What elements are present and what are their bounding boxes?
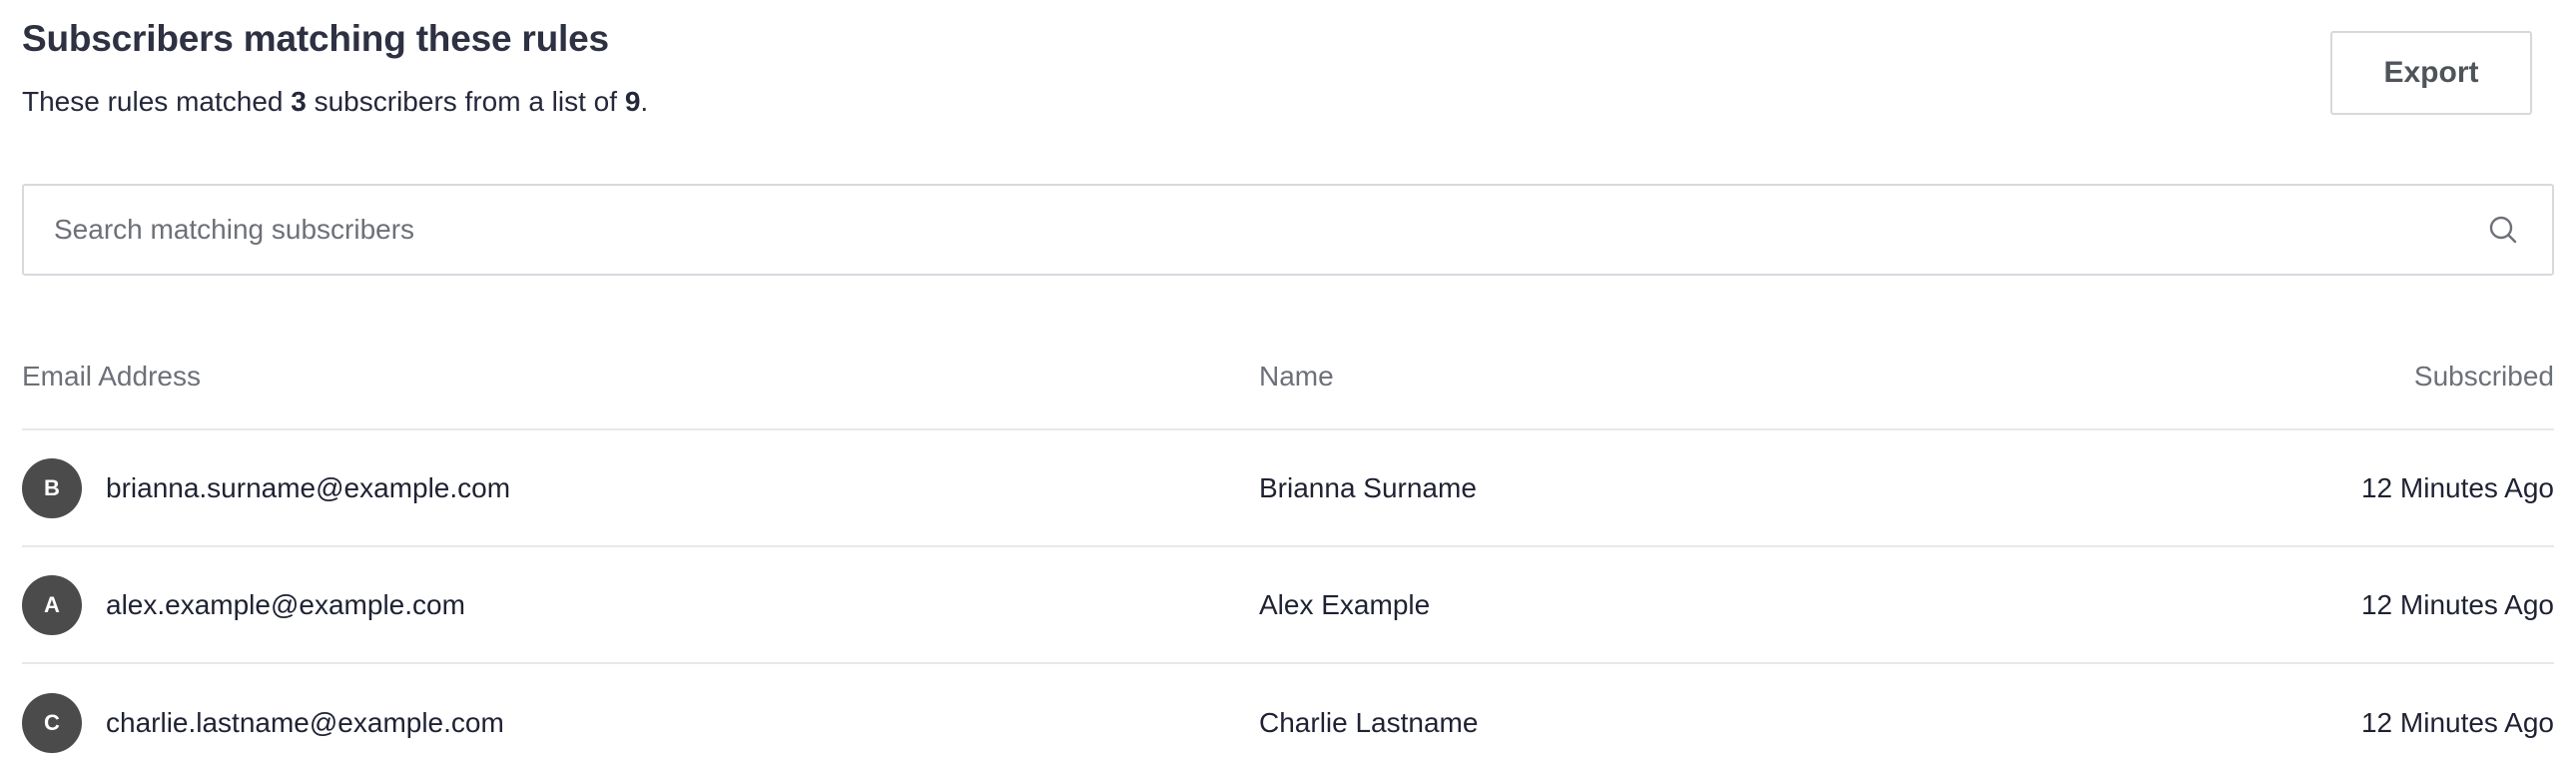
- summary-middle: subscribers from a list of: [306, 86, 625, 117]
- matched-count: 3: [291, 86, 307, 117]
- email-cell: B brianna.surname@example.com: [22, 457, 1259, 518]
- table-header: Email Address Name Subscribed: [22, 325, 2554, 430]
- list-count: 9: [624, 86, 641, 117]
- subscribed-time: 12 Minutes Ago: [2360, 588, 2554, 620]
- table-row[interactable]: A alex.example@example.com Alex Example …: [22, 547, 2554, 664]
- subscribed-time: 12 Minutes Ago: [2360, 706, 2554, 738]
- search-icon[interactable]: [2488, 215, 2518, 245]
- avatar: C: [22, 692, 82, 753]
- table-row[interactable]: C charlie.lastname@example.com Charlie L…: [22, 664, 2554, 779]
- email-column-header: Email Address: [22, 361, 201, 391]
- subscriber-email: brianna.surname@example.com: [106, 471, 511, 503]
- subscribed-time: 12 Minutes Ago: [2360, 471, 2554, 503]
- subscribed-column-header: Subscribed: [2413, 361, 2554, 391]
- subscriber-rules-page: Subscribers matching these rules These r…: [0, 0, 2576, 779]
- match-summary: These rules matched 3 subscribers from a…: [22, 86, 648, 118]
- email-cell: C charlie.lastname@example.com: [22, 692, 1259, 753]
- subscriber-name: Brianna Surname: [1259, 471, 1477, 503]
- search-input[interactable]: [54, 186, 2470, 274]
- avatar: A: [22, 574, 82, 635]
- subscribers-table: Email Address Name Subscribed B brianna.…: [22, 325, 2554, 779]
- export-button[interactable]: Export: [2330, 31, 2532, 115]
- avatar: B: [22, 457, 82, 518]
- subscriber-results-header: Subscribers matching these rules These r…: [22, 0, 2554, 180]
- subscriber-email: charlie.lastname@example.com: [106, 706, 504, 738]
- email-cell: A alex.example@example.com: [22, 574, 1259, 635]
- subscriber-name: Alex Example: [1259, 588, 1431, 620]
- name-column-header: Name: [1259, 361, 1334, 391]
- summary-prefix: These rules matched: [22, 86, 292, 117]
- subscriber-email: alex.example@example.com: [106, 588, 465, 620]
- subscriber-search-box[interactable]: [22, 184, 2554, 276]
- subscriber-name: Charlie Lastname: [1259, 706, 1479, 738]
- table-row[interactable]: B brianna.surname@example.com Brianna Su…: [22, 430, 2554, 547]
- page-title: Subscribers matching these rules: [22, 18, 609, 59]
- summary-suffix: .: [640, 86, 649, 117]
